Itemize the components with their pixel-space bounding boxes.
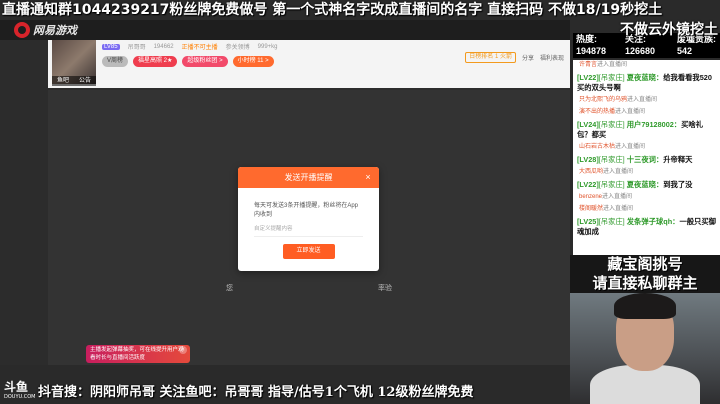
chat-fan-badge: [吊家庄] [598,120,625,129]
welfare-button[interactable]: 福利表现 [540,53,564,62]
level-badge: LV85 [102,43,120,50]
chat-enter-text: 进入直播间 [603,169,634,175]
chat-enter-notice: 许青言进入直播间 [573,60,720,72]
chat-text: 升帝释天 [663,155,693,164]
chat-enter-notice: 只为北熙飞的乌鸦进入直播间 [573,95,720,107]
chat-enter-text: 进入直播间 [603,206,634,212]
player-note-right: 率验 [378,285,392,292]
chat-enter-text: 进入直播间 [615,144,646,150]
webcam-hair [614,293,676,319]
chat-user[interactable]: 许青言 [579,62,597,68]
stream-screen: 网易游戏 鱼吧 公告 LV85 吊哥哥 194662 正播不可主播 参关领博 9… [0,0,720,404]
top-ticker: 直播通知群1044239217粉丝牌免费做号 第一个式神名字改成直播间的名字 直… [2,2,663,18]
chat-level: [LV24] [577,120,599,129]
chat-enter-notice: benzene进入直播间 [573,192,720,204]
room-tags: V周榜 福星高照 2★ 超级粉丝团 > 小时榜 11 > [102,56,274,67]
chat-user[interactable]: 发条弹子球qh： [627,217,680,226]
chat-message: [LV22][吊家庄] 夏夜蓝晓：给我看看我520买的双头号啊 [573,72,720,95]
chat-level: [LV22] [577,180,599,189]
chat-message: [LV22][吊家庄] 夏夜蓝晓：到我了没 [573,179,720,192]
anchor-status: 正播不可主播 [181,45,218,51]
bottom-ticker: 抖音搜：阴阳师吊哥 关注鱼吧：吊哥哥 指导/估号1个飞机 12级粉丝牌免费 [38,385,474,400]
weight-count: 999+kg [257,43,278,50]
avatar-tabs: 鱼吧 公告 [52,76,96,86]
stat-value-nobles: 542 [677,46,693,56]
chat-user[interactable]: benzene [579,194,602,200]
daily-rank-badge[interactable]: 日榜排名 1 火箭 [465,52,516,63]
chat-fan-badge: [吊家庄] [598,180,625,189]
chat-enter-text: 进入直播间 [615,109,646,115]
streamer-name[interactable]: 吊哥哥 [128,42,146,51]
chat-message: [LV28][吊家庄] 十三夜词：升帝释天 [573,154,720,167]
toast-text: 主播发起弹幕抽奖，可在线提升用户观看时长与直播间活跃度 [90,347,184,361]
logo-text: 网易游戏 [33,25,77,37]
stats-values: 194878 126680 542 [576,45,720,57]
follow-note: 参关领博 [225,45,250,51]
modal-close-icon[interactable]: × [362,167,374,188]
chat-enter-text: 进入直播间 [627,97,658,103]
promo-overlay: 藏宝阁挑号 请直接私聊群主 [570,255,720,295]
chat-panel[interactable]: 许青言进入直播间 [LV22][吊家庄] 夏夜蓝晓：给我看看我520买的双头号啊只… [573,60,720,255]
chat-fan-badge: [吊家庄] [598,73,625,82]
tag-super-fans[interactable]: 超级粉丝团 > [182,56,228,67]
modal-body: 每天可发送3条开播提醒，粉丝将在App内收到 自定义提醒内容 [238,188,379,237]
watermark-sub: DOUYU.COM [4,394,36,400]
chat-user[interactable]: 演不出的热播 [579,109,615,115]
chat-level: [LV25] [577,217,599,226]
tab-fish-bar[interactable]: 鱼吧 [52,76,74,86]
room-actions: 日榜排名 1 火箭 分享 福利表现 [465,52,564,63]
modal-title: 发送开播提醒 [284,173,333,182]
chat-fan-badge: [吊家庄] [598,155,625,164]
chat-user[interactable]: 用户79128002： [627,120,681,129]
room-meta: LV85 吊哥哥 194662 正播不可主播 参关领博 999+kg [102,42,278,51]
watermark-text: 斗鱼 [4,380,29,394]
chat-message: [LV24][吊家庄] 用户79128002：买啥礼包？都买 [573,119,720,142]
tab-notice[interactable]: 公告 [74,76,96,86]
lottery-toast[interactable]: 主播发起弹幕抽奖，可在线提升用户观看时长与直播间活跃度 × [86,345,190,363]
chat-user[interactable]: 夏夜蓝晓： [627,73,663,82]
netease-logo-icon [14,22,30,38]
player-note-left: 您 [226,285,233,292]
tag-lucky-star[interactable]: 福星高照 2★ [133,56,178,67]
chat-user[interactable]: 十三夜词： [627,155,663,164]
chat-fan-badge: [吊家庄] [598,217,625,226]
chat-user[interactable]: 只为北熙飞的乌鸦 [579,97,627,103]
chat-user[interactable]: 楼阁暖然 [579,206,603,212]
tag-hourly-rank[interactable]: 小时榜 11 > [232,56,274,67]
modal-header: 发送开播提醒 × [238,167,379,188]
chat-enter-text: 进入直播间 [602,194,633,200]
top-ticker-2: 不做云外镜挖土 [620,22,718,38]
share-button[interactable]: 分享 [522,53,534,62]
modal-description: 每天可发送3条开播提醒，粉丝将在App内收到 [254,203,359,218]
chat-level: [LV28] [577,155,599,164]
chat-enter-text: 进入直播间 [597,62,628,68]
chat-user[interactable]: 夏夜蓝晓： [627,180,663,189]
site-logo[interactable]: 网易游戏 [14,22,77,38]
chat-enter-notice: 演不出的热播进入直播间 [573,107,720,119]
stat-value-follow: 126680 [625,46,656,56]
reminder-modal: 发送开播提醒 × 每天可发送3条开播提醒，粉丝将在App内收到 自定义提醒内容 … [238,167,379,271]
send-now-button[interactable]: 立即发送 [282,244,335,259]
chat-enter-notice: 山石岩古木枯进入直播间 [573,142,720,154]
promo-line-2: 请直接私聊群主 [592,274,698,292]
webcam-feed [570,293,720,404]
stat-value-heat: 194878 [576,46,607,56]
chat-text: 到我了没 [663,180,693,189]
chat-enter-notice: 楼阁暖然进入直播间 [573,204,720,216]
tag-weekly-rank[interactable]: V周榜 [102,56,129,67]
chat-user[interactable]: 山石岩古木枯 [579,144,615,150]
toast-close-icon[interactable]: × [179,346,187,354]
chat-message: [LV25][吊家庄] 发条弹子球qh：一般只买御魂加成 [573,216,720,239]
chat-user[interactable]: 大西瓜哟 [579,169,603,175]
promo-line-1: 藏宝阁挑号 [607,255,683,273]
room-info-bar: 鱼吧 公告 LV85 吊哥哥 194662 正播不可主播 参关领博 999+kg… [48,40,570,88]
site-header: 网易游戏 [0,20,570,40]
douyu-watermark: 斗鱼 DOUYU.COM [4,380,36,400]
chat-enter-notice: 大西瓜哟进入直播间 [573,167,720,179]
chat-level: [LV22] [577,73,599,82]
stat-label-heat: 热度: [576,34,597,44]
room-id: 194662 [153,43,174,50]
reminder-input[interactable]: 自定义提醒内容 [254,225,363,237]
